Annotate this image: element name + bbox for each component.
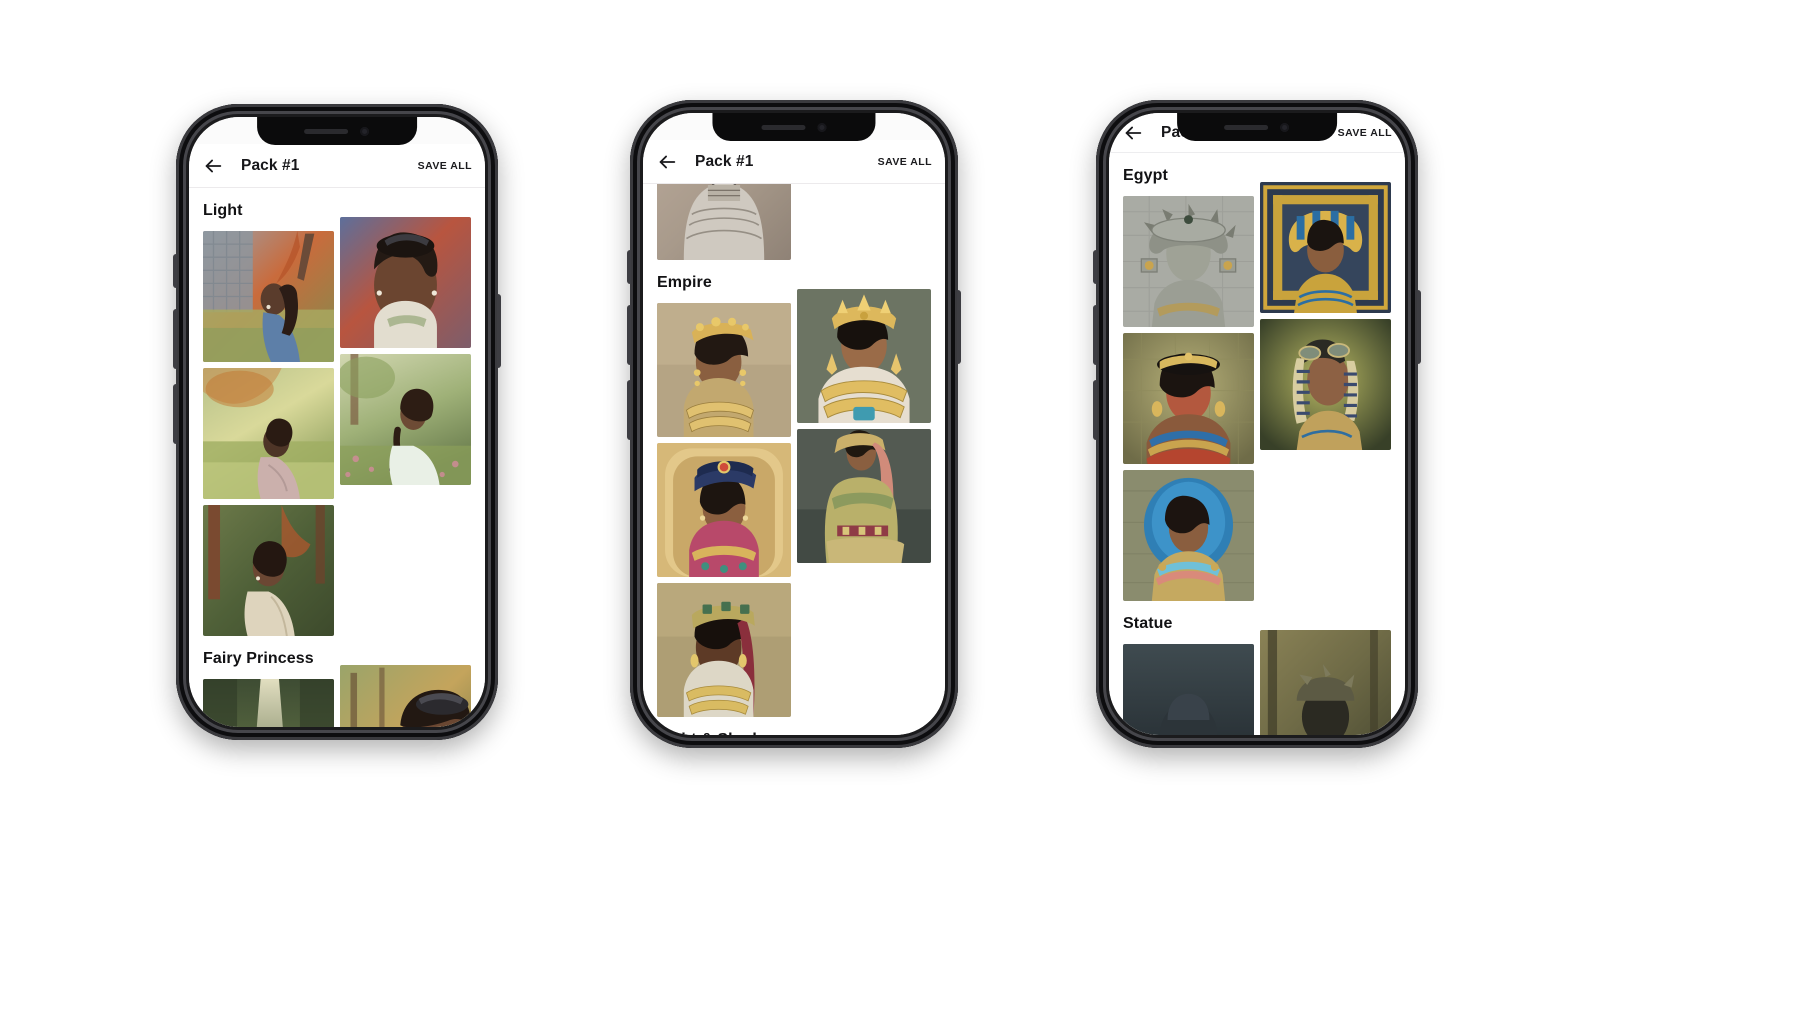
image-tile[interactable]: [657, 184, 791, 260]
section-grid-empire: [643, 289, 945, 717]
phone-3-save-all-button[interactable]: SAVE ALL: [1338, 127, 1392, 139]
phone-1-content[interactable]: Light Fairy Princess: [189, 188, 485, 727]
image-tile[interactable]: [1123, 333, 1254, 464]
grid-column-left: [203, 679, 334, 727]
grid-column-right: [797, 289, 931, 717]
grid-column-right: [797, 184, 931, 260]
image-tile[interactable]: [1260, 630, 1391, 735]
image-tile[interactable]: [203, 231, 334, 362]
section-title-light-shadow: Light & Shadow: [643, 717, 945, 735]
image-tile[interactable]: [340, 354, 471, 485]
earpiece-speaker: [1224, 124, 1269, 130]
phone-1-device: Pack #1 SAVE ALL Light Fairy Princess: [173, 104, 501, 740]
phone-2-content[interactable]: Empire: [643, 184, 945, 735]
volume-down-button[interactable]: [1093, 380, 1097, 440]
image-tile[interactable]: [1260, 182, 1391, 313]
phone-2-appbar: Pack #1 SAVE ALL: [643, 140, 945, 184]
grid-column-right: [1260, 630, 1391, 735]
back-arrow-icon[interactable]: [1122, 122, 1144, 144]
image-tile[interactable]: [203, 368, 334, 499]
image-tile[interactable]: [340, 665, 471, 727]
front-camera: [1280, 122, 1290, 132]
image-tile[interactable]: [797, 429, 931, 563]
phone-2-scroll-area[interactable]: Empire: [643, 184, 945, 735]
section-grid-light: [189, 217, 485, 636]
back-arrow-icon[interactable]: [202, 155, 224, 177]
grid-column-left: [657, 303, 791, 717]
grid-column-left: [203, 231, 334, 636]
image-tile[interactable]: [657, 443, 791, 577]
image-tile[interactable]: [797, 289, 931, 423]
back-arrow-icon[interactable]: [656, 151, 678, 173]
phone-1-scroll-area[interactable]: Light Fairy Princess: [189, 188, 485, 727]
image-tile[interactable]: [203, 679, 334, 727]
image-tile[interactable]: [203, 505, 334, 636]
section-grid-egypt: [1109, 182, 1405, 601]
image-tile[interactable]: [1123, 196, 1254, 327]
grid-column-right: [1260, 182, 1391, 601]
phone-3-screen: Pack #1 SAVE ALL Egypt: [1109, 113, 1405, 735]
phone-2-page-title: Pack #1: [695, 152, 754, 170]
phone-2-notch: [712, 113, 876, 141]
image-tile[interactable]: [657, 303, 791, 437]
front-camera: [360, 126, 370, 136]
grid-column-left: [657, 184, 791, 260]
earpiece-speaker: [761, 124, 806, 130]
phone-2-save-all-button[interactable]: SAVE ALL: [878, 156, 932, 168]
grid-column-right: [340, 217, 471, 636]
phone-1-page-title: Pack #1: [241, 156, 300, 174]
phone-2-screen: Pack #1 SAVE ALL Empire: [643, 113, 945, 735]
grid-column-right: [340, 665, 471, 727]
section-grid-statue: [1109, 630, 1405, 735]
phone-2-device: Pack #1 SAVE ALL Empire: [627, 100, 961, 748]
image-tile[interactable]: [340, 217, 471, 348]
phone-3-notch: [1177, 113, 1337, 141]
section-grid-fairy-princess: [189, 665, 485, 727]
phone-3-scroll-area[interactable]: Egypt Statue: [1109, 153, 1405, 735]
phone-1-screen: Pack #1 SAVE ALL Light Fairy Princess: [189, 117, 485, 727]
volume-down-button[interactable]: [627, 380, 631, 440]
grid-column-left: [1123, 196, 1254, 601]
earpiece-speaker: [304, 128, 349, 134]
image-tile[interactable]: [1260, 319, 1391, 450]
volume-down-button[interactable]: [173, 384, 177, 444]
volume-up-button[interactable]: [173, 309, 177, 369]
volume-up-button[interactable]: [627, 305, 631, 365]
section-grid-previous: [643, 184, 945, 260]
grid-column-left: [1123, 644, 1254, 735]
screenshot-canvas: Pack #1 SAVE ALL Light Fairy Princess Pa…: [0, 0, 1800, 1013]
front-camera: [817, 122, 827, 132]
image-tile[interactable]: [1123, 470, 1254, 601]
image-tile[interactable]: [657, 583, 791, 717]
phone-1-notch: [257, 117, 417, 145]
phone-1-appbar: Pack #1 SAVE ALL: [189, 144, 485, 188]
phone-1-save-all-button[interactable]: SAVE ALL: [418, 160, 472, 172]
phone-3-device: Pack #1 SAVE ALL Egypt: [1093, 100, 1421, 748]
phone-3-content[interactable]: Egypt Statue: [1109, 153, 1405, 735]
image-tile[interactable]: [1123, 644, 1254, 735]
volume-up-button[interactable]: [1093, 305, 1097, 365]
